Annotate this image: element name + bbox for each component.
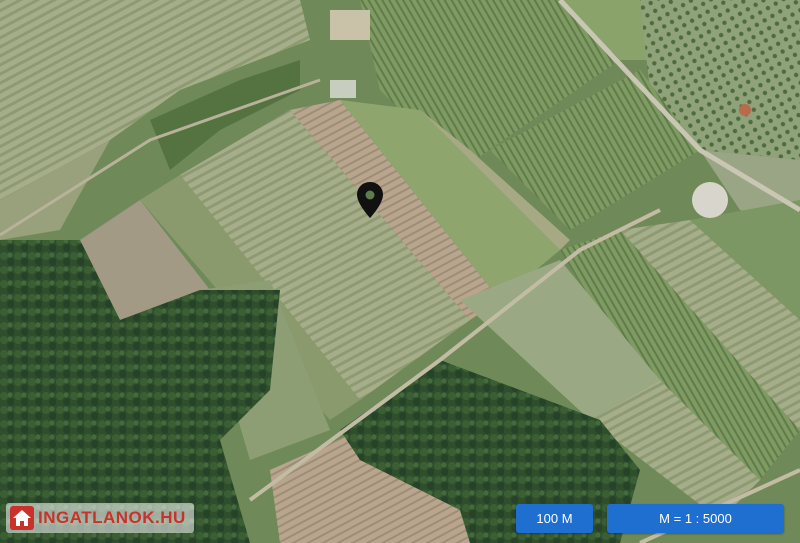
map-imagery (0, 0, 800, 543)
location-pin-icon[interactable] (356, 182, 384, 218)
satellite-map[interactable]: INGATLANOK.HU 100 M M = 1 : 5000 (0, 0, 800, 543)
scale-bar-button[interactable]: 100 M (516, 504, 593, 533)
brand-name: INGATLANOK.HU (38, 508, 186, 527)
brand-logo[interactable]: INGATLANOK.HU (6, 503, 194, 533)
house-icon (10, 506, 34, 530)
scale-ratio-button[interactable]: M = 1 : 5000 (607, 504, 784, 533)
